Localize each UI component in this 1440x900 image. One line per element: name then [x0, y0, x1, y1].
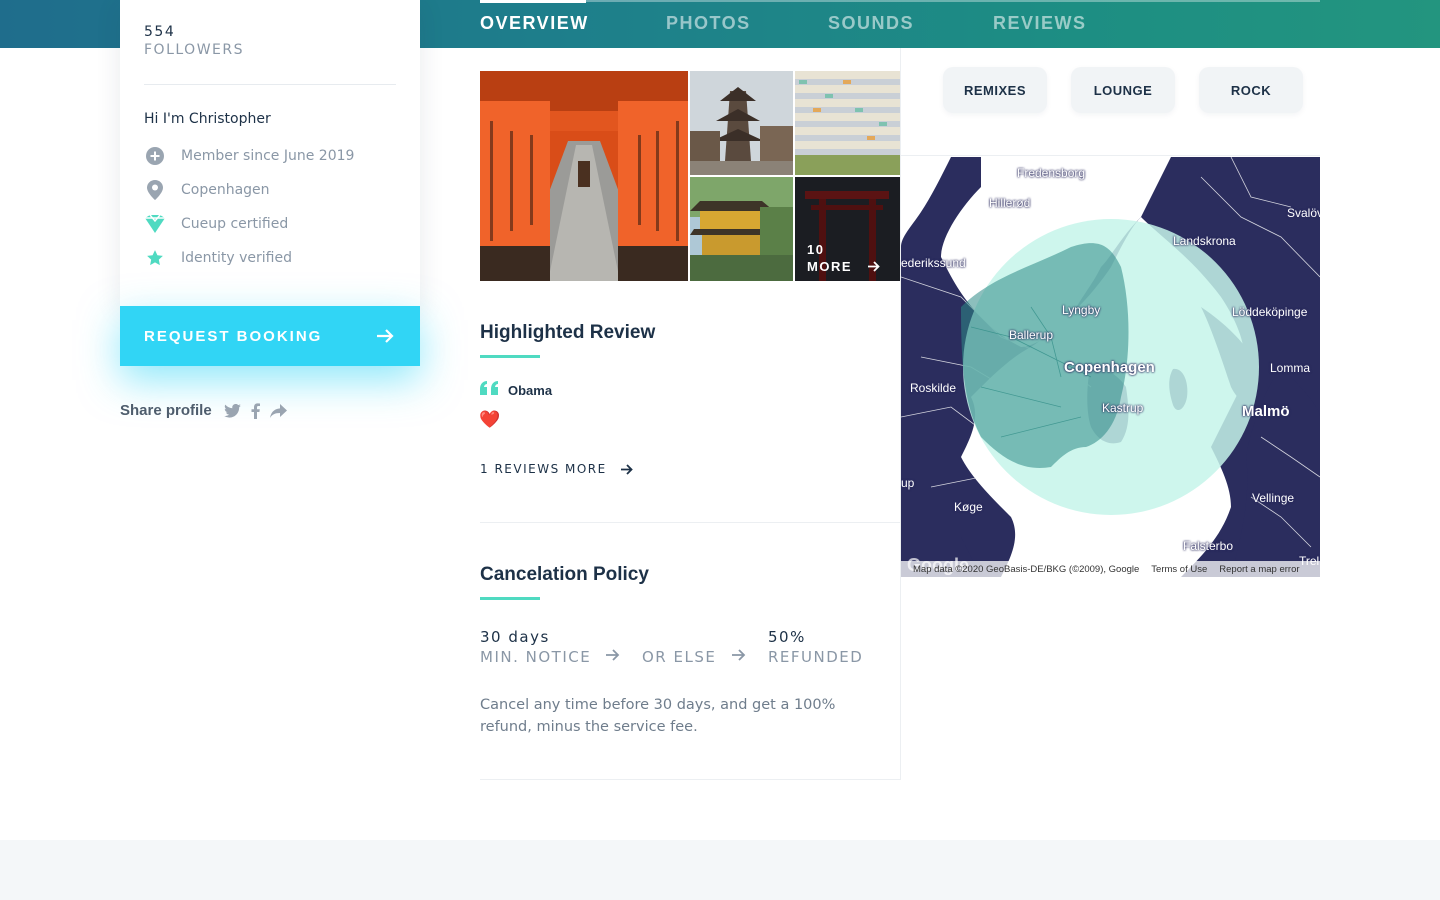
tab-reviews[interactable]: REVIEWS: [993, 13, 1087, 34]
photo-red-torii-more[interactable]: 10 MORE: [795, 177, 900, 281]
profile-tabs: OVERVIEW PHOTOS SOUNDS REVIEWS: [480, 0, 1320, 48]
map-label: Fredensborg: [1017, 166, 1086, 180]
map-label-malmo: Malmö: [1242, 403, 1290, 420]
more-photos-count: 10: [807, 242, 825, 257]
info-label: Cueup certified: [181, 216, 289, 232]
more-reviews-link[interactable]: 1 REVIEWS MORE: [480, 462, 633, 476]
more-photos-overlay[interactable]: 10 MORE: [807, 241, 880, 275]
location-pin-icon: [144, 179, 166, 201]
cancelation-policy-title: Cancelation Policy: [480, 564, 649, 585]
quote-icon: [480, 381, 498, 395]
highlighted-review-title: Highlighted Review: [480, 322, 656, 343]
facebook-icon[interactable]: [251, 402, 260, 419]
cueup-badge-icon: [144, 213, 166, 235]
twitter-icon[interactable]: [223, 403, 241, 418]
section-divider: [480, 779, 900, 780]
policy-min-notice: 30 days MIN. NOTICE: [480, 628, 591, 666]
policy-notice-value: 30 days: [480, 628, 550, 646]
map-attribution: Map data ©2020 GeoBasis-DE/BKG (©2009), …: [901, 561, 1320, 577]
map-label: Roskilde: [910, 381, 957, 395]
map-label: Hillerød: [989, 196, 1031, 210]
photo-gallery: 10 MORE: [480, 71, 900, 281]
policy-description: Cancel any time before 30 days, and get …: [480, 697, 836, 735]
info-label: Member since June 2019: [181, 148, 355, 164]
genre-divider: [901, 155, 1320, 156]
policy-title-underline: [480, 597, 540, 600]
map-label: up: [901, 476, 915, 490]
policy-refund-value: 50%: [768, 628, 806, 646]
reviewer-name: Obama: [508, 383, 553, 398]
info-certified: Cueup certified: [144, 213, 288, 235]
share-profile-label: Share profile: [120, 402, 212, 419]
more-reviews-label: 1 REVIEWS MORE: [480, 462, 607, 476]
profile-greeting: Hi I'm Christopher: [144, 111, 271, 127]
terms-of-use-link[interactable]: Terms of Use: [1151, 564, 1207, 575]
genre-chip-lounge[interactable]: LOUNGE: [1071, 67, 1175, 113]
card-divider: [144, 84, 396, 85]
photo-building-facade[interactable]: [795, 71, 900, 175]
followers-count: 554: [144, 24, 176, 40]
request-booking-label: REQUEST BOOKING: [144, 327, 323, 345]
map-label: Vellinge: [1252, 491, 1295, 505]
plus-circle-icon: [144, 145, 166, 167]
review-content: ❤️: [479, 410, 501, 430]
map-label: ederikssund: [901, 256, 966, 270]
genre-chip-remixes[interactable]: REMIXES: [943, 67, 1047, 113]
map-label: Falsterbo: [1183, 539, 1234, 553]
page-footer: [0, 840, 1440, 900]
info-member-since: Member since June 2019: [144, 145, 354, 167]
tab-overview[interactable]: OVERVIEW: [480, 0, 589, 34]
info-location: Copenhagen: [144, 179, 270, 201]
map-label: Lyngby: [1062, 303, 1101, 317]
map-label: Køge: [954, 500, 983, 514]
section-divider: [480, 522, 900, 523]
info-label: Identity verified: [181, 250, 292, 266]
policy-notice-label: MIN. NOTICE: [480, 648, 592, 666]
policy-refunded: 50% REFUNDED: [768, 628, 863, 666]
star-icon: [144, 247, 166, 269]
location-map[interactable]: Fredensborg Hillerød Svalöv Landskrona e…: [901, 157, 1320, 577]
genre-chip-rock[interactable]: ROCK: [1199, 67, 1303, 113]
map-label: Ballerup: [1009, 328, 1054, 342]
review-title-underline: [480, 355, 540, 358]
info-label: Copenhagen: [181, 182, 270, 198]
map-label: Lomma: [1270, 361, 1311, 375]
map-label-copenhagen: Copenhagen: [1064, 359, 1155, 376]
map-label: Svalöv: [1287, 206, 1320, 220]
arrow-right-icon: [620, 463, 633, 475]
photo-pagoda[interactable]: [690, 71, 793, 175]
share-profile: Share profile: [120, 402, 287, 419]
profile-card: 554 FOLLOWERS Hi I'm Christopher Member …: [120, 0, 420, 306]
policy-or-else: OR ELSE: [642, 628, 716, 666]
photo-golden-pavilion[interactable]: [690, 177, 793, 281]
tab-sounds[interactable]: SOUNDS: [828, 13, 914, 34]
policy-refund-label: REFUNDED: [768, 648, 864, 666]
arrow-right-icon: [868, 261, 880, 272]
info-identity: Identity verified: [144, 247, 292, 269]
tab-photos[interactable]: PHOTOS: [666, 13, 751, 34]
more-photos-label: MORE: [807, 259, 852, 274]
tabs-top-line: [480, 0, 1320, 2]
map-label: Löddeköpinge: [1232, 305, 1308, 319]
followers-label: FOLLOWERS: [144, 42, 244, 58]
arrow-right-icon: [377, 329, 394, 343]
map-label: Kastrup: [1102, 401, 1144, 415]
request-booking-button[interactable]: REQUEST BOOKING: [120, 306, 420, 366]
photo-torii-path[interactable]: [480, 71, 688, 281]
report-map-error-link[interactable]: Report a map error: [1219, 564, 1299, 575]
map-label: Landskrona: [1173, 234, 1236, 248]
arrow-right-icon: [606, 649, 620, 661]
policy-or-label: OR ELSE: [642, 648, 717, 666]
arrow-right-icon: [732, 649, 746, 661]
share-arrow-icon[interactable]: [269, 403, 287, 418]
map-data-credit: Map data ©2020 GeoBasis-DE/BKG (©2009), …: [913, 563, 1140, 575]
